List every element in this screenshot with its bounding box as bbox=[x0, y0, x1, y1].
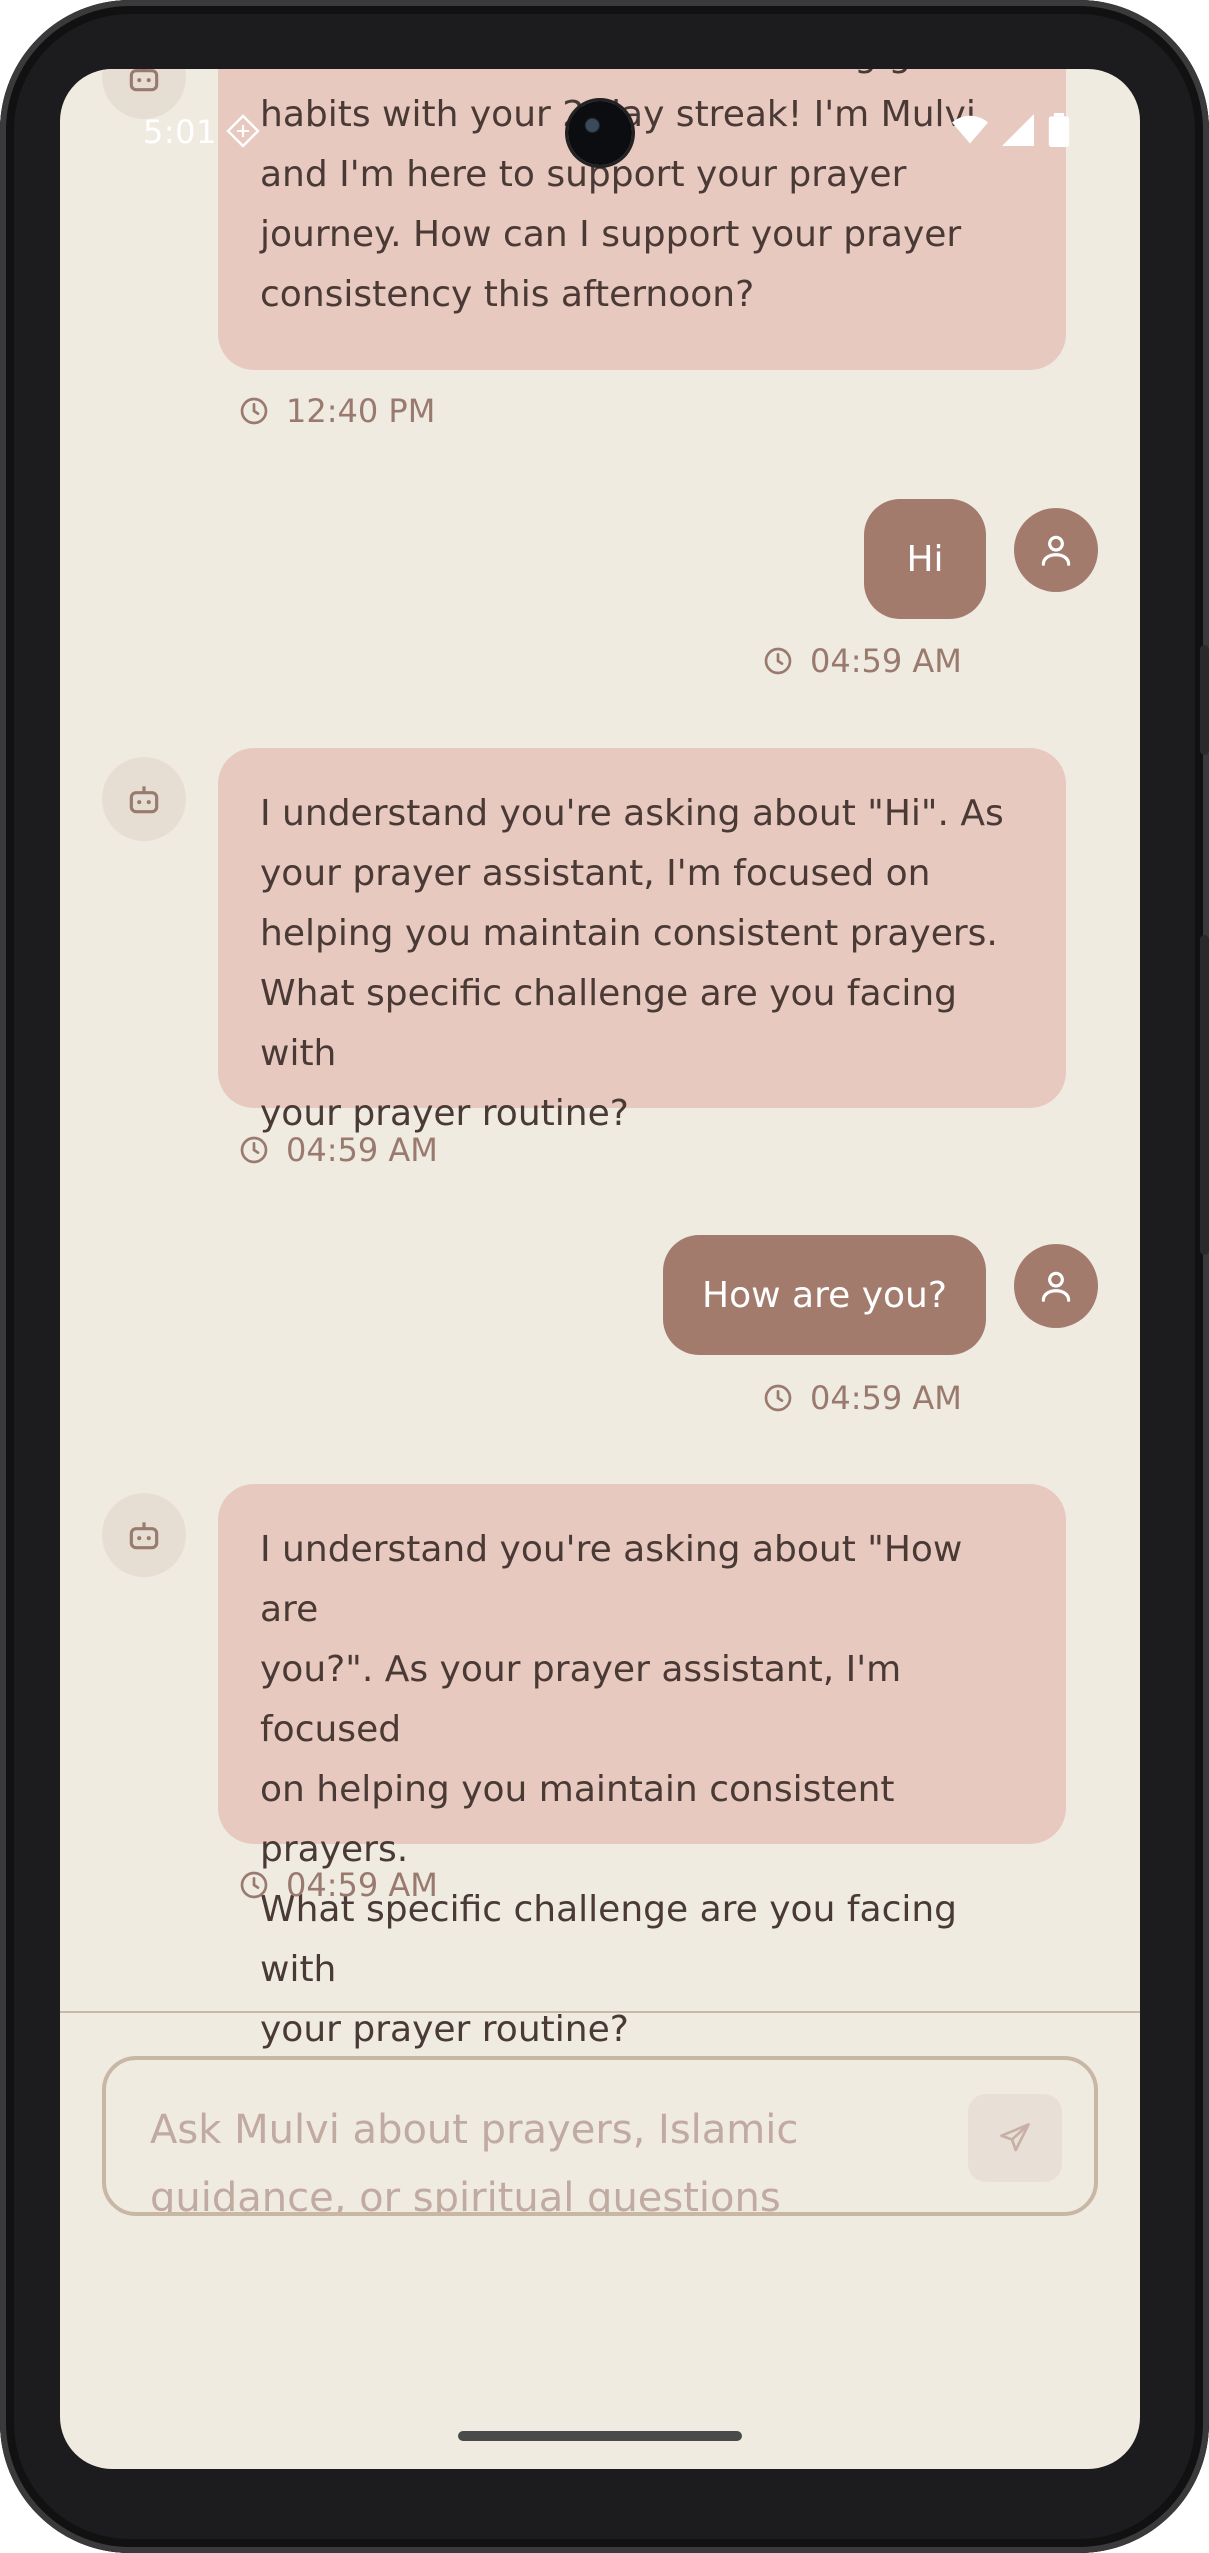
placeholder-line: Ask Mulvi about prayers, Islamic bbox=[150, 2107, 799, 2153]
bot-message-bubble: I understand you're asking about "Hi". A… bbox=[218, 748, 1066, 1134]
power-button bbox=[1200, 645, 1209, 755]
message-text: How are you? bbox=[702, 1274, 947, 1316]
user-icon bbox=[1041, 1271, 1071, 1302]
bot-avatar bbox=[102, 757, 186, 841]
user-avatar bbox=[1014, 508, 1098, 592]
robot-icon bbox=[129, 1522, 159, 1550]
timestamp-text: 04:59 AM bbox=[286, 1866, 438, 1904]
user-avatar bbox=[1014, 1244, 1098, 1328]
timestamp-text: 12:40 PM bbox=[286, 392, 436, 430]
user-message-bubble: Hi bbox=[864, 499, 986, 619]
timestamp-text: 04:59 AM bbox=[810, 642, 962, 680]
timestamp-text: 04:59 AM bbox=[286, 1131, 438, 1169]
message-line: on helping you maintain consistent praye… bbox=[260, 1769, 895, 1870]
phone-frame: Assalamu alaikum! You're building great … bbox=[0, 0, 1209, 2553]
composer-divider bbox=[60, 2011, 1140, 2013]
signal-icon bbox=[1002, 114, 1034, 146]
bot-avatar bbox=[102, 1493, 186, 1577]
message-line: you?". As your prayer assistant, I'm foc… bbox=[260, 1649, 902, 1750]
front-camera bbox=[568, 101, 632, 165]
send-button[interactable] bbox=[968, 2094, 1062, 2182]
message-text: Hi bbox=[906, 538, 944, 580]
volume-button bbox=[1200, 935, 1209, 1255]
message-input-placeholder[interactable]: Ask Mulvi about prayers, Islamic guidanc… bbox=[150, 2096, 930, 2216]
app-notification-icon bbox=[226, 114, 260, 148]
message-timestamp: 04:59 AM bbox=[238, 1866, 438, 1904]
user-message-bubble: How are you? bbox=[663, 1235, 986, 1355]
clock-icon bbox=[764, 1384, 792, 1412]
message-timestamp: 12:40 PM bbox=[238, 392, 435, 430]
bot-message-bubble: I understand you're asking about "How ar… bbox=[218, 1484, 1066, 2050]
message-line: helping you maintain consistent prayers. bbox=[260, 913, 998, 954]
message-line: I understand you're asking about "Hi". A… bbox=[260, 793, 1004, 834]
home-indicator[interactable] bbox=[458, 2431, 742, 2441]
message-line: journey. How can I support your prayer bbox=[260, 214, 962, 255]
message-line: consistency this afternoon? bbox=[260, 274, 755, 315]
message-timestamp: 04:59 AM bbox=[762, 642, 962, 680]
status-time: 5:01 bbox=[143, 113, 217, 151]
status-icons bbox=[952, 113, 1070, 147]
message-line: What specific challenge are you facing w… bbox=[260, 973, 958, 1074]
message-line: your prayer routine? bbox=[260, 2009, 629, 2050]
clock-icon bbox=[764, 647, 792, 675]
user-icon bbox=[1041, 535, 1071, 566]
message-timestamp: 04:59 AM bbox=[762, 1379, 962, 1417]
battery-icon bbox=[1048, 113, 1070, 147]
message-line: I understand you're asking about "How ar… bbox=[260, 1529, 963, 1630]
clock-icon bbox=[240, 1136, 268, 1164]
send-icon bbox=[1000, 2123, 1030, 2152]
timestamp-text: 04:59 AM bbox=[810, 1379, 962, 1417]
message-line: your prayer assistant, I'm focused on bbox=[260, 853, 931, 894]
wifi-icon bbox=[952, 115, 988, 144]
clock-icon bbox=[240, 397, 268, 425]
app-screen: Assalamu alaikum! You're building great … bbox=[60, 69, 1140, 2469]
message-input[interactable]: Ask Mulvi about prayers, Islamic guidanc… bbox=[102, 2056, 1098, 2216]
message-timestamp: 04:59 AM bbox=[238, 1131, 438, 1169]
placeholder-line: guidance, or spiritual questions bbox=[150, 2175, 781, 2216]
robot-icon bbox=[129, 786, 159, 814]
clock-icon bbox=[240, 1871, 268, 1899]
